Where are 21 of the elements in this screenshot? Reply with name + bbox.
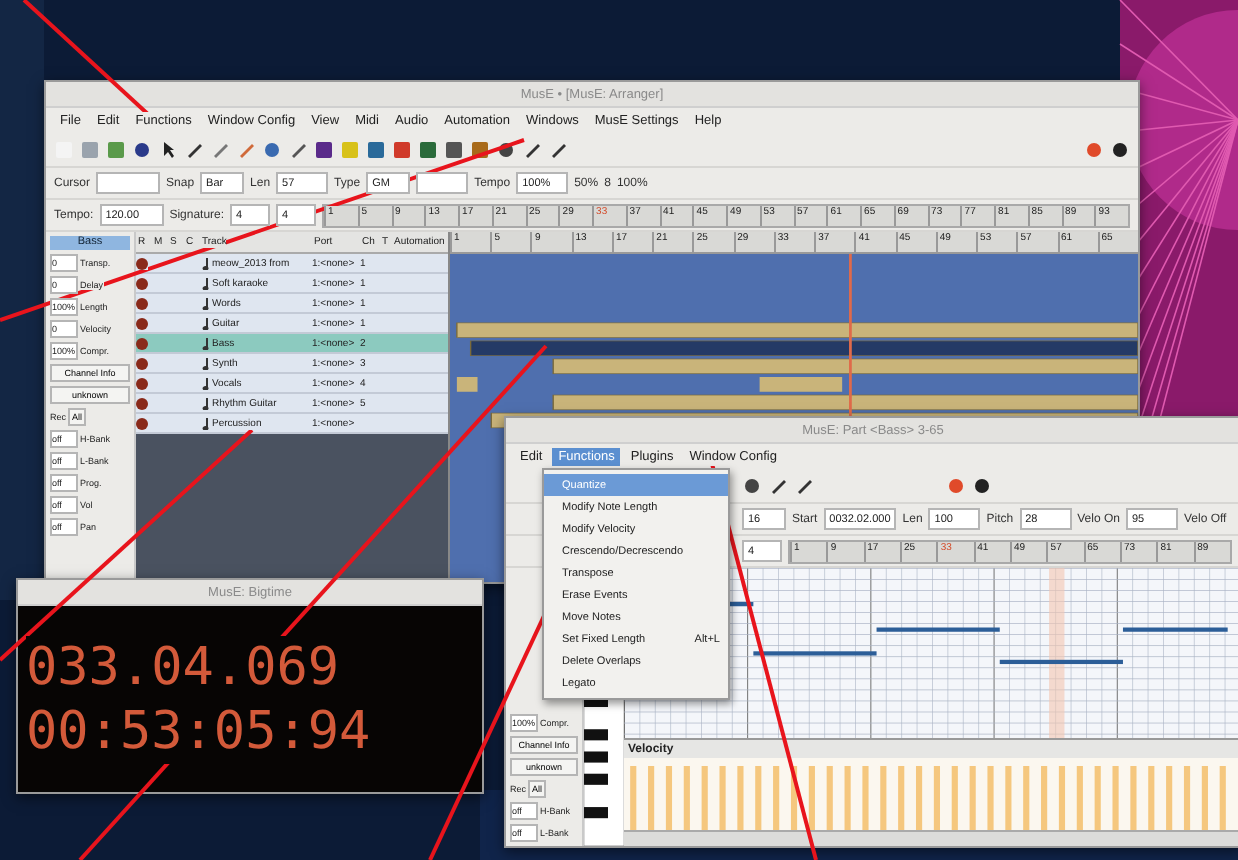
input-field[interactable] xyxy=(96,172,161,194)
record-dot-icon xyxy=(136,277,148,289)
scroll-bar[interactable] xyxy=(624,830,1238,846)
record-dot-icon xyxy=(136,357,148,369)
record-dot-icon xyxy=(136,337,148,349)
line-icon[interactable] xyxy=(548,139,568,159)
pencil-icon[interactable] xyxy=(522,139,542,159)
line-icon[interactable] xyxy=(794,475,814,495)
time-display: 00:53:05:94 xyxy=(26,699,371,763)
record-dot-icon xyxy=(136,317,148,329)
pencil-icon[interactable] xyxy=(184,139,204,159)
record-dot-icon xyxy=(136,397,148,409)
record-dot-icon xyxy=(136,417,148,429)
pencil-icon[interactable] xyxy=(768,475,788,495)
callout-line xyxy=(22,0,152,118)
record-dot-icon xyxy=(136,297,148,309)
spin-field[interactable] xyxy=(416,172,469,194)
pointer-icon[interactable] xyxy=(158,139,178,159)
record-dot-icon xyxy=(136,257,148,269)
record-dot-icon xyxy=(136,377,148,389)
bar-position: 033.04.069 xyxy=(26,635,340,699)
